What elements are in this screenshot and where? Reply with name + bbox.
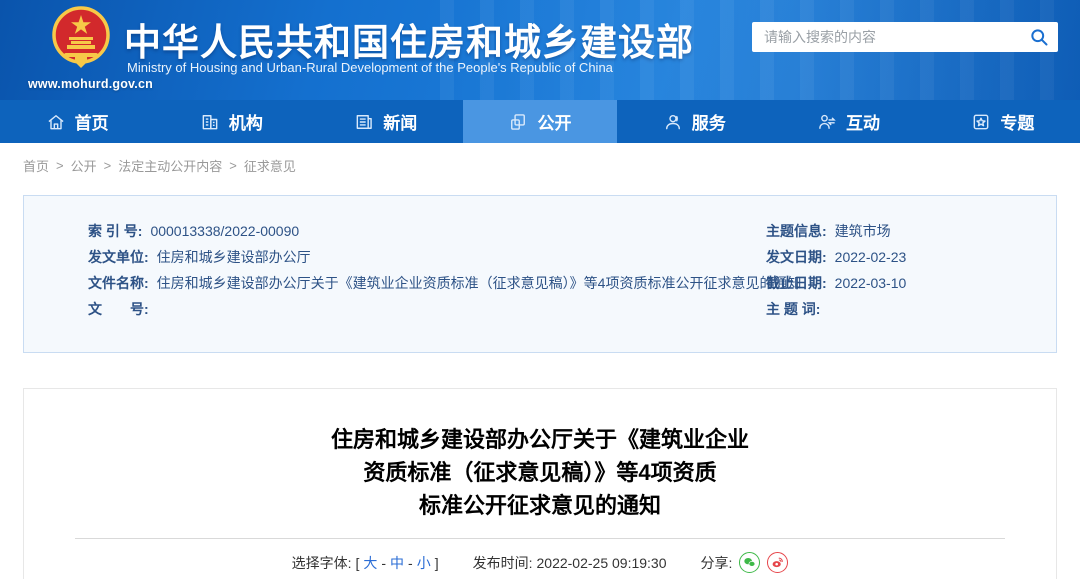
info-value: 2022-03-10 [834,275,907,291]
search-box [752,22,1058,52]
info-row-document-name: 文件名称: 住房和城乡建设部办公厅关于《建筑业企业资质标准（征求意见稿）》等4项资… [88,270,801,296]
info-label: 文件名称: [88,275,149,291]
info-label: 截止日期: [766,275,827,291]
breadcrumb-item-public[interactable]: 公开 [71,156,97,175]
news-icon [354,112,374,132]
nav-item-news[interactable]: 新闻 [309,100,463,143]
article-title-line: 资质标准（征求意见稿）》等4项资质 [363,460,717,485]
main-nav: 首页 机构 新闻 公开 服务 互动 专题 [0,100,1080,143]
article-title: 住房和城乡建设部办公厅关于《建筑业企业 资质标准（征求意见稿）》等4项资质 标准… [24,423,1056,522]
nav-item-label: 专题 [1000,114,1035,133]
search-input[interactable] [752,29,1020,45]
site-title: 中华人民共和国住房和城乡建设部 [124,22,694,63]
nav-item-public[interactable]: 公开 [462,100,618,143]
info-row-document-number: 文 号: [88,296,801,322]
info-value: 住房和城乡建设部办公厅 [156,249,311,265]
nav-item-label: 公开 [537,114,572,133]
share-label: 分享: [700,554,733,571]
nav-item-home[interactable]: 首页 [0,100,154,143]
info-value: 000013338/2022-00090 [150,223,300,239]
site-url[interactable]: www.mohurd.gov.cn [28,77,153,91]
page: www.mohurd.gov.cn 中华人民共和国住房和城乡建设部 Minist… [0,0,1080,579]
national-emblem-icon [52,6,110,68]
site-title-english: Ministry of Housing and Urban-Rural Deve… [127,60,613,75]
info-row-deadline-date: 截止日期: 2022-03-10 [766,270,906,296]
info-label: 主 题 词: [766,301,821,317]
star-square-icon [971,112,991,132]
info-row-issuing-unit: 发文单位: 住房和城乡建设部办公厅 [88,244,801,270]
dash: - [408,554,413,571]
nav-item-org[interactable]: 机构 [154,100,308,143]
search-icon [1031,29,1048,46]
nav-item-label: 服务 [691,114,726,133]
breadcrumb-item-home[interactable]: 首页 [23,156,49,175]
nav-item-topics[interactable]: 专题 [926,100,1080,143]
info-label: 索 引 号: [88,223,143,239]
publish-time-group: 发布时间: 2022-02-25 09:19:30 [473,553,667,573]
breadcrumb-item-comments[interactable]: 征求意见 [244,156,296,175]
article-title-line: 标准公开征求意见的通知 [418,493,661,518]
divider [75,538,1005,539]
font-size-medium[interactable]: 中 [390,553,404,573]
article-card: 住房和城乡建设部办公厅关于《建筑业企业 资质标准（征求意见稿）》等4项资质 标准… [23,388,1057,579]
info-column-left: 索 引 号: 000013338/2022-00090 发文单位: 住房和城乡建设部… [88,218,801,322]
breadcrumb-separator: > [56,158,64,173]
person-icon [663,112,683,132]
breadcrumb-separator: > [103,158,112,173]
font-size-selector: 选择字体: [ 大 - 中 - 小 ] [292,553,439,573]
info-label: 文 号: [88,301,149,317]
share-group: 分享: [701,552,789,573]
interaction-icon [817,112,837,132]
breadcrumb: 首页 > 公开 > 法定主动公开内容 > 征求意见 [23,156,296,175]
font-size-label: 选择字体: [291,554,352,571]
article-title-line: 住房和城乡建设部办公厅关于《建筑业企业 [330,427,749,452]
breadcrumb-item-statutory[interactable]: 法定主动公开内容 [118,156,222,175]
info-label: 发文单位: [88,249,149,265]
publish-time-label: 发布时间: [472,554,533,571]
nav-item-services[interactable]: 服务 [617,100,771,143]
home-icon [46,112,66,132]
info-label: 主题信息: [766,223,827,239]
info-column-right: 主题信息: 建筑市场 发文日期: 2022-02-23 截止日期: 2022-03-1… [766,218,906,322]
article-meta-bar: 选择字体: [ 大 - 中 - 小 ] 发布时间: 2022-02-25 09:… [24,552,1056,573]
nav-item-label: 新闻 [383,114,418,133]
font-size-small[interactable]: 小 [417,553,431,573]
info-value: 住房和城乡建设部办公厅关于《建筑业企业资质标准（征求意见稿）》等4项资质标准公开… [156,275,802,291]
info-row-topic-info: 主题信息: 建筑市场 [766,218,906,244]
documents-icon [508,112,528,132]
bracket: ] [434,554,439,571]
weibo-share-icon[interactable] [767,552,789,573]
info-row-keywords: 主 题 词: [766,296,906,322]
nav-item-label: 机构 [228,114,263,133]
bracket: [ [355,554,360,571]
site-header: www.mohurd.gov.cn 中华人民共和国住房和城乡建设部 Minist… [0,0,1080,100]
info-value: 建筑市场 [834,223,891,239]
wechat-share-icon[interactable] [739,552,761,573]
info-row-index-number: 索 引 号: 000013338/2022-00090 [88,218,801,244]
search-button[interactable] [1020,22,1058,52]
building-icon [200,112,220,132]
nav-item-label: 首页 [74,114,109,133]
breadcrumb-separator: > [229,158,237,173]
dash: - [381,554,387,571]
info-row-issue-date: 发文日期: 2022-02-23 [766,244,906,270]
nav-item-interaction[interactable]: 互动 [771,100,925,143]
info-label: 发文日期: [766,249,827,265]
font-size-large[interactable]: 大 [363,553,377,573]
info-value: 2022-02-23 [834,249,907,265]
publish-time-value: 2022-02-25 09:19:30 [536,554,667,571]
document-info-panel: 索 引 号: 000013338/2022-00090 发文单位: 住房和城乡建设部… [23,195,1057,353]
nav-item-label: 互动 [846,114,881,133]
